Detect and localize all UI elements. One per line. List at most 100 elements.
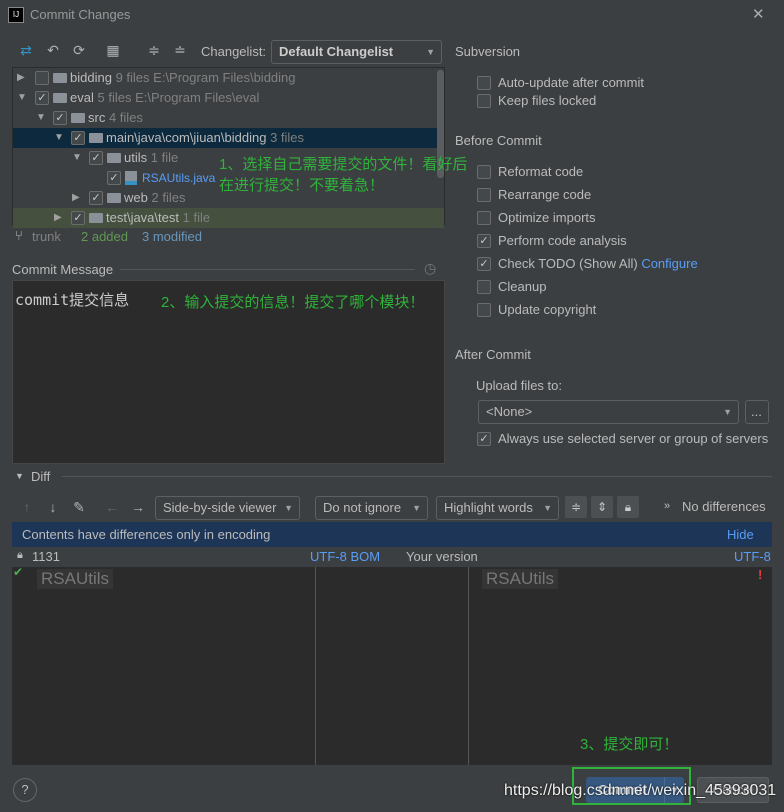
no-differences: No differences xyxy=(682,499,766,514)
option-label: Perform code analysis xyxy=(498,233,627,248)
next-file-icon[interactable]: → xyxy=(129,499,147,515)
ignore-dropdown[interactable]: Do not ignore ▼ xyxy=(315,496,428,520)
left-revision: 1131 xyxy=(32,549,60,564)
tree-row-test[interactable]: ▶ ✓ test\java\test 1 file xyxy=(13,208,444,228)
checkbox[interactable] xyxy=(477,188,491,202)
tree-item-name: src xyxy=(88,110,106,125)
changes-tree[interactable]: ▶ bidding 9 files E:\Program Files\biddi… xyxy=(12,67,445,228)
changelist-label: Changelist: xyxy=(201,44,267,59)
checkbox[interactable]: ✓ xyxy=(477,432,491,446)
changelist-dropdown[interactable]: Default Changelist ▼ xyxy=(271,40,442,64)
file-count: 5 files xyxy=(97,90,132,105)
left-encoding[interactable]: UTF-8 BOM xyxy=(310,549,380,564)
prev-file-icon[interactable]: ← xyxy=(103,499,121,515)
checkbox[interactable] xyxy=(35,71,49,85)
option-label: Rearrange code xyxy=(498,187,592,202)
collapse-arrow-icon[interactable]: ▼ xyxy=(17,88,27,108)
prev-diff-icon[interactable]: ↑ xyxy=(18,499,36,515)
show-diff-icon[interactable]: ⇄ xyxy=(17,42,35,59)
hide-link[interactable]: Hide xyxy=(727,527,754,542)
checkbox[interactable]: ✓ xyxy=(71,211,85,225)
close-button[interactable]: ✕ xyxy=(752,5,765,23)
checkbox[interactable]: ✓ xyxy=(89,151,103,165)
collapse-arrow-icon[interactable]: ▼ xyxy=(54,128,64,148)
configure-link[interactable]: Configure xyxy=(641,256,697,271)
collapse-arrow-icon[interactable]: ▼ xyxy=(72,148,82,168)
chevron-down-icon: ▼ xyxy=(284,503,293,513)
option-update-copyright[interactable]: Update copyright xyxy=(477,301,596,319)
collapse-arrow-icon[interactable]: ▼ xyxy=(36,108,46,128)
checkbox[interactable]: ✓ xyxy=(477,234,491,248)
checkbox[interactable]: ✓ xyxy=(53,111,67,125)
expand-arrow-icon[interactable]: ▶ xyxy=(72,188,80,208)
right-encoding[interactable]: UTF-8 xyxy=(734,549,771,564)
next-diff-icon[interactable]: ↓ xyxy=(44,499,62,515)
expand-arrow-icon[interactable]: ▶ xyxy=(17,68,25,88)
group-by-icon[interactable]: ▦ xyxy=(104,42,122,59)
diff-title: Diff xyxy=(31,469,51,484)
option-label: Reformat code xyxy=(498,164,584,179)
option-auto-update[interactable]: Auto-update after commit xyxy=(477,74,644,92)
lock-icon[interactable]: 🔒︎ xyxy=(617,496,639,518)
checkbox[interactable]: ✓ xyxy=(35,91,49,105)
encoding-banner: Contents have differences only in encodi… xyxy=(12,522,772,547)
option-always-use-server[interactable]: ✓ Always use selected server or group of … xyxy=(477,430,768,448)
chevron-down-icon: ▼ xyxy=(543,503,552,513)
browse-button[interactable]: ... xyxy=(745,400,769,424)
highlight-dropdown[interactable]: Highlight words ▼ xyxy=(436,496,559,520)
expand-arrow-icon[interactable]: ▶ xyxy=(54,208,62,228)
module-folder-icon xyxy=(53,73,67,83)
chevron-down-icon: ▼ xyxy=(723,407,732,417)
divider xyxy=(120,269,415,270)
added-count: 2 added xyxy=(81,229,128,244)
module-folder-icon xyxy=(53,93,67,103)
checkbox[interactable]: ✓ xyxy=(477,257,491,271)
checkbox[interactable] xyxy=(477,280,491,294)
folder-icon xyxy=(89,133,103,143)
divider xyxy=(62,476,772,477)
edit-icon[interactable]: ✎ xyxy=(70,499,88,516)
collapse-all-icon[interactable]: ≐ xyxy=(171,42,189,59)
option-optimize-imports[interactable]: Optimize imports xyxy=(477,209,596,227)
tree-row-eval[interactable]: ▼ ✓ eval 5 files E:\Program Files\eval xyxy=(13,88,433,108)
option-label: Cleanup xyxy=(498,279,547,294)
tree-row-bidding[interactable]: ▶ bidding 9 files E:\Program Files\biddi… xyxy=(13,68,433,88)
option-code-analysis[interactable]: ✓ Perform code analysis xyxy=(477,232,627,250)
option-reformat[interactable]: Reformat code xyxy=(477,163,583,181)
right-content: RSAUtils xyxy=(482,569,559,589)
before-commit-title: Before Commit xyxy=(455,133,542,148)
path: E:\Program Files\bidding xyxy=(153,70,296,85)
option-rearrange[interactable]: Rearrange code xyxy=(477,186,591,204)
checkbox[interactable] xyxy=(477,165,491,179)
diff-collapse-icon[interactable]: ▼ xyxy=(15,471,24,481)
file-count: 4 files xyxy=(108,110,143,125)
upload-server-dropdown[interactable]: <None> ▼ xyxy=(478,400,739,424)
checkbox[interactable]: ✓ xyxy=(71,131,85,145)
option-cleanup[interactable]: Cleanup xyxy=(477,278,546,296)
checkbox[interactable] xyxy=(477,303,491,317)
expand-all-icon[interactable]: ≑ xyxy=(145,42,163,59)
help-button[interactable]: ? xyxy=(13,778,37,802)
folder-icon xyxy=(71,113,85,123)
checkbox[interactable]: ✓ xyxy=(89,191,103,205)
option-label: Keep files locked xyxy=(498,93,597,108)
branch-name: trunk xyxy=(32,229,61,244)
refresh-icon[interactable]: ⟳ xyxy=(70,42,88,59)
collapse-unchanged-icon[interactable]: ≑ xyxy=(565,496,587,518)
history-icon[interactable]: ◷ xyxy=(424,260,436,277)
annotation-step2: 2、输入提交的信息！提交了哪个模块！ xyxy=(161,294,425,311)
option-label: Check TODO (Show All) xyxy=(498,256,638,271)
option-check-todo[interactable]: ✓ Check TODO (Show All) Configure xyxy=(477,255,698,273)
rollback-icon[interactable]: ↶ xyxy=(44,42,62,59)
more-icon[interactable]: » xyxy=(664,500,670,512)
checkbox[interactable] xyxy=(477,94,491,108)
checkbox[interactable]: ✓ xyxy=(107,171,121,185)
tree-row-main[interactable]: ▼ ✓ main\java\com\jiuan\bidding 3 files xyxy=(13,128,444,148)
tree-row-src[interactable]: ▼ ✓ src 4 files xyxy=(13,108,433,128)
sync-scroll-icon[interactable]: ⇕ xyxy=(591,496,613,518)
viewer-dropdown[interactable]: Side-by-side viewer ▼ xyxy=(155,496,300,520)
checkbox[interactable] xyxy=(477,211,491,225)
checkbox[interactable] xyxy=(477,76,491,90)
option-keep-locked[interactable]: Keep files locked xyxy=(477,92,596,110)
pane-divider xyxy=(468,567,469,765)
